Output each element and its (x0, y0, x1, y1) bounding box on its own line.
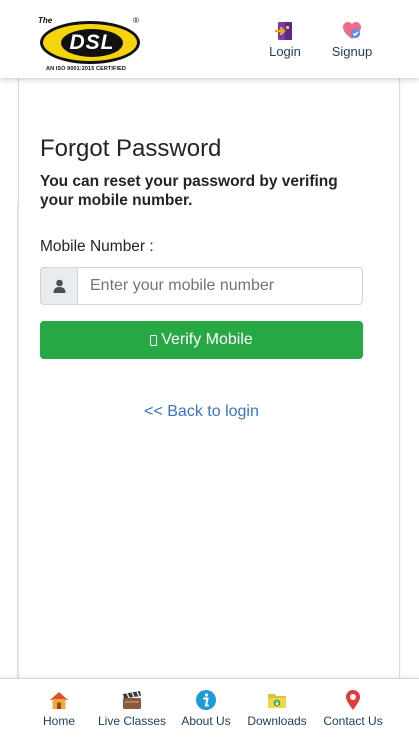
page-title: Forgot Password (40, 135, 222, 162)
logo-inner: DSL (61, 29, 123, 57)
login-button[interactable]: Login (260, 20, 310, 64)
login-label: Login (269, 44, 301, 59)
logo-registered-mark: ® (133, 16, 139, 25)
nav-item-contact-us[interactable]: Contact Us (320, 689, 386, 728)
header: The ® DSL AN ISO 9001:2015 CERTIFIED Log… (0, 0, 419, 78)
nav-item-about-us[interactable]: About Us (176, 689, 236, 728)
mobile-number-input[interactable] (77, 267, 363, 305)
verify-mobile-button[interactable]: Verify Mobile (40, 321, 363, 359)
nav-label-live-classes: Live Classes (97, 714, 167, 728)
user-icon (53, 279, 65, 293)
nav-item-home[interactable]: Home (36, 689, 82, 728)
user-icon-addon (40, 267, 77, 305)
nav-label-about-us: About Us (181, 714, 231, 728)
nav-label-contact-us: Contact Us (323, 714, 383, 728)
home-icon (50, 692, 68, 709)
page-subtitle: You can reset your password by verifing … (40, 173, 338, 209)
verify-mobile-label: Verify Mobile (161, 331, 253, 348)
mobile-phone-icon (150, 334, 158, 346)
bottom-nav: Home Live Classes About Us Downloads Con… (0, 678, 419, 742)
folder-download-icon (268, 694, 286, 708)
page: The ® DSL AN ISO 9001:2015 CERTIFIED Log… (0, 0, 419, 742)
clapperboard-icon (123, 691, 141, 709)
location-pin-icon (346, 690, 360, 710)
divider (17, 205, 19, 680)
logo-certification: AN ISO 9001:2015 CERTIFIED (46, 66, 126, 72)
info-icon (196, 690, 216, 710)
signup-icon (343, 22, 361, 39)
login-icon (274, 22, 292, 40)
mobile-number-label: Mobile Number : (40, 238, 154, 255)
back-to-login-link[interactable]: << Back to login (0, 403, 403, 421)
dsl-logo[interactable]: The ® DSL AN ISO 9001:2015 CERTIFIED (34, 12, 144, 74)
nav-label-home: Home (42, 714, 75, 728)
nav-label-downloads: Downloads (247, 714, 307, 728)
logo-oval: DSL (40, 21, 140, 64)
nav-item-downloads[interactable]: Downloads (244, 689, 310, 728)
logo-prefix: The (38, 16, 53, 25)
logo-brand: DSL (69, 31, 115, 54)
signup-button[interactable]: Signup (327, 20, 377, 64)
nav-item-live-classes[interactable]: Live Classes (96, 689, 168, 728)
mobile-input-group (40, 267, 363, 305)
signup-label: Signup (331, 44, 373, 59)
content-card (18, 78, 400, 678)
